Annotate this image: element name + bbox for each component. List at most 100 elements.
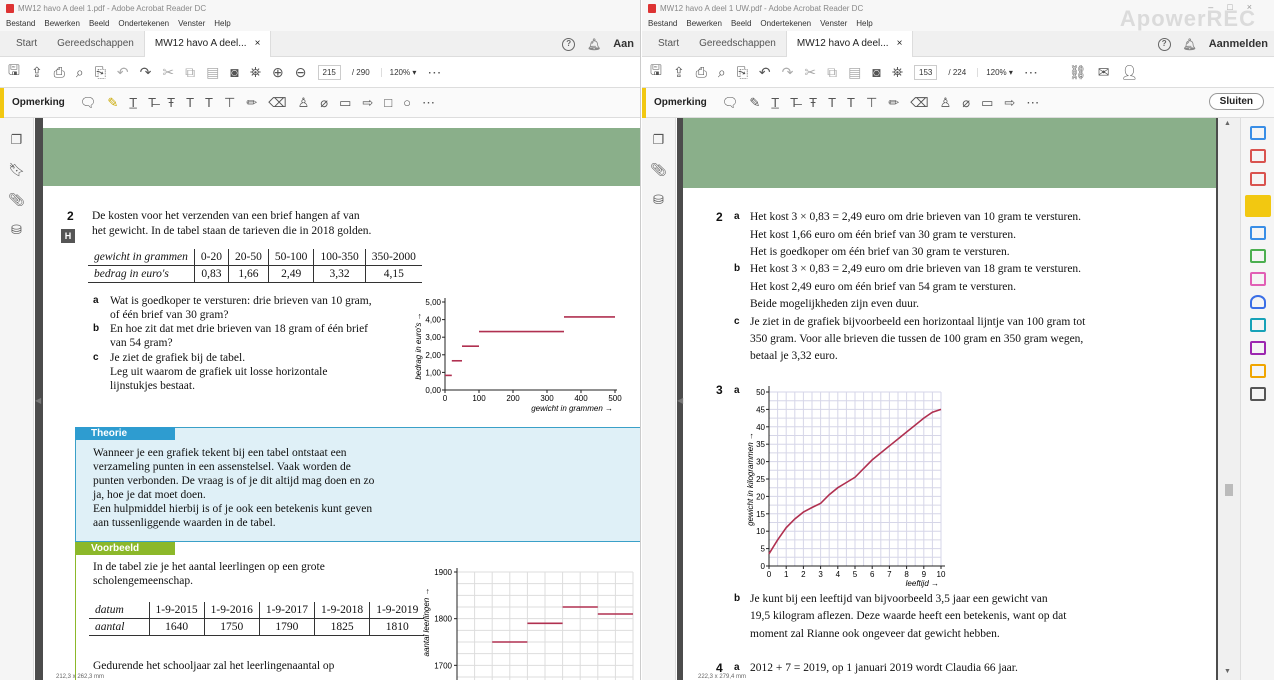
menu-ondertekenen[interactable]: Ondertekenen (760, 19, 811, 28)
account-link[interactable]: Aan (613, 38, 634, 50)
save-icon[interactable]: 🖫 (650, 60, 662, 84)
pages-icon[interactable]: ❐ (11, 132, 23, 148)
strikethrough-icon[interactable]: T̶ (148, 95, 156, 110)
share-icon[interactable]: ⎘ (95, 64, 106, 81)
pencil-icon[interactable]: ✏ (888, 95, 899, 111)
oval-icon[interactable]: ○ (403, 95, 411, 110)
more-tools-icon[interactable] (1249, 387, 1266, 401)
highlight-icon[interactable]: ✎ (107, 95, 118, 111)
tags-icon[interactable]: ⛁ (11, 222, 22, 238)
menu-help[interactable]: Help (214, 19, 230, 28)
menu-venster[interactable]: Venster (820, 19, 847, 28)
undo-icon[interactable]: ↶ (117, 64, 129, 81)
tags-icon[interactable]: ⛁ (653, 192, 664, 208)
scroll-left-icon[interactable]: ◀ (677, 396, 683, 405)
scroll-left-icon[interactable]: ◀ (35, 396, 41, 405)
more-icon[interactable]: ⋯ (1024, 64, 1038, 81)
menu-beeld[interactable]: Beeld (731, 19, 751, 28)
copy-icon[interactable]: ⧉ (185, 64, 195, 81)
redo-icon[interactable]: ↷ (140, 64, 152, 81)
tab-start[interactable]: Start (6, 31, 47, 57)
menu-help[interactable]: Help (856, 19, 872, 28)
edit-pdf-icon[interactable] (1249, 249, 1266, 263)
line-icon[interactable]: ▭ (981, 95, 993, 111)
attach-icon[interactable]: ⌀ (962, 95, 970, 111)
print-icon[interactable]: ⎙ (696, 64, 707, 81)
fill-sign-icon[interactable] (1249, 272, 1266, 286)
pencil-icon[interactable]: ✏ (246, 95, 257, 111)
send-for-comments-icon[interactable] (1249, 364, 1266, 378)
snapshot-icon[interactable]: ◙ (230, 64, 238, 80)
organize-pages-icon[interactable] (1249, 149, 1266, 163)
strikethrough-icon[interactable]: T̶ (790, 95, 798, 110)
add-user-icon[interactable]: 👤︎ (1120, 64, 1138, 81)
sign-in-link[interactable]: Aanmelden (1209, 38, 1268, 50)
eraser-icon[interactable]: ⌫ (268, 95, 286, 111)
redo-icon[interactable]: ↷ (782, 64, 794, 81)
more-tools-icon[interactable]: ⋯ (422, 95, 435, 111)
replace-text-icon[interactable]: Ŧ (809, 95, 817, 110)
menu-bestand[interactable]: Bestand (648, 19, 677, 28)
page-number-input[interactable]: 215 (317, 64, 341, 80)
close-tab-icon[interactable]: × (897, 31, 903, 57)
cut-icon[interactable]: ✂ (804, 64, 816, 81)
arrow-icon[interactable]: ⇨ (1004, 95, 1015, 111)
close-tab-icon[interactable]: × (255, 31, 261, 57)
menu-bewerken[interactable]: Bewerken (686, 19, 722, 28)
share-icon[interactable]: ⎘ (737, 64, 748, 81)
insert-text-icon[interactable]: T (828, 95, 836, 110)
attachments-icon[interactable]: 📎︎ (650, 162, 667, 178)
request-signature-icon[interactable] (1249, 341, 1266, 355)
prev-page-icon[interactable]: ⊕ (272, 64, 284, 81)
link-icon[interactable]: ⛓ (1069, 64, 1087, 81)
rectangle-icon[interactable]: □ (384, 95, 392, 110)
bell-icon[interactable]: 🔔︎ (1183, 38, 1197, 51)
menu-venster[interactable]: Venster (178, 19, 205, 28)
next-page-icon[interactable]: ⊖ (295, 64, 307, 81)
pages-icon[interactable]: ❐ (653, 132, 665, 148)
mail-icon[interactable]: ✉ (1098, 64, 1110, 81)
tab-tools[interactable]: Gereedschappen (47, 31, 144, 57)
textbox-icon[interactable]: ⊤ (866, 95, 877, 111)
underline-text-icon[interactable]: T̲ (129, 95, 137, 110)
insert-text-icon[interactable]: T (186, 95, 194, 110)
add-text-icon[interactable]: T (205, 95, 213, 110)
page-number-input[interactable]: 153 (914, 64, 938, 80)
comment-tool-icon[interactable] (1244, 195, 1271, 217)
close-button[interactable]: Sluiten (1208, 93, 1264, 110)
paste-icon[interactable]: ▤ (848, 64, 861, 81)
help-icon[interactable]: ? (1157, 37, 1171, 51)
undo-icon[interactable]: ↶ (759, 64, 771, 81)
find-icon[interactable]: ⛯ (892, 64, 903, 81)
save-icon[interactable]: 🖫 (8, 60, 20, 84)
tab-document[interactable]: MW12 havo A deel... × (143, 30, 272, 57)
create-pdf-icon[interactable] (1249, 172, 1266, 186)
stamp-icon[interactable]: ♙ (298, 95, 310, 111)
bookmark-icon[interactable]: 🔖︎ (8, 162, 25, 178)
menu-bewerken[interactable]: Bewerken (44, 19, 80, 28)
copy-icon[interactable]: ⧉ (827, 64, 837, 81)
scroll-down-icon[interactable]: ▼ (1224, 668, 1231, 675)
more-icon[interactable]: ⋯ (427, 64, 441, 81)
attachments-icon[interactable]: 📎︎ (8, 192, 25, 208)
zoom-select[interactable]: 120% ▾ (977, 67, 1013, 77)
highlight-icon[interactable]: ✎ (749, 95, 760, 111)
snapshot-icon[interactable]: ◙ (872, 64, 880, 80)
bell-icon[interactable]: 🔔︎ (587, 38, 601, 51)
arrow-icon[interactable]: ⇨ (362, 95, 373, 111)
zoom-select[interactable]: 120% ▾ (380, 67, 416, 77)
replace-text-icon[interactable]: Ŧ (167, 95, 175, 110)
textbox-icon[interactable]: ⊤ (224, 95, 235, 111)
search-icon[interactable]: ⌕ (76, 64, 84, 81)
export-pdf-icon[interactable] (1249, 126, 1266, 140)
sticky-note-icon[interactable]: 🗨︎ (80, 95, 97, 111)
upload-icon[interactable]: ⇪ (673, 64, 685, 81)
menu-ondertekenen[interactable]: Ondertekenen (118, 19, 169, 28)
search-icon[interactable]: ⌕ (718, 64, 726, 81)
paste-icon[interactable]: ▤ (206, 64, 219, 81)
cut-icon[interactable]: ✂ (162, 64, 174, 81)
more-tools-icon[interactable]: ⋯ (1026, 95, 1039, 111)
print-icon[interactable]: ⎙ (54, 64, 65, 81)
add-text-icon[interactable]: T (847, 95, 855, 110)
document-viewport[interactable]: 2 H De kosten voor het verzenden van een… (35, 118, 640, 680)
